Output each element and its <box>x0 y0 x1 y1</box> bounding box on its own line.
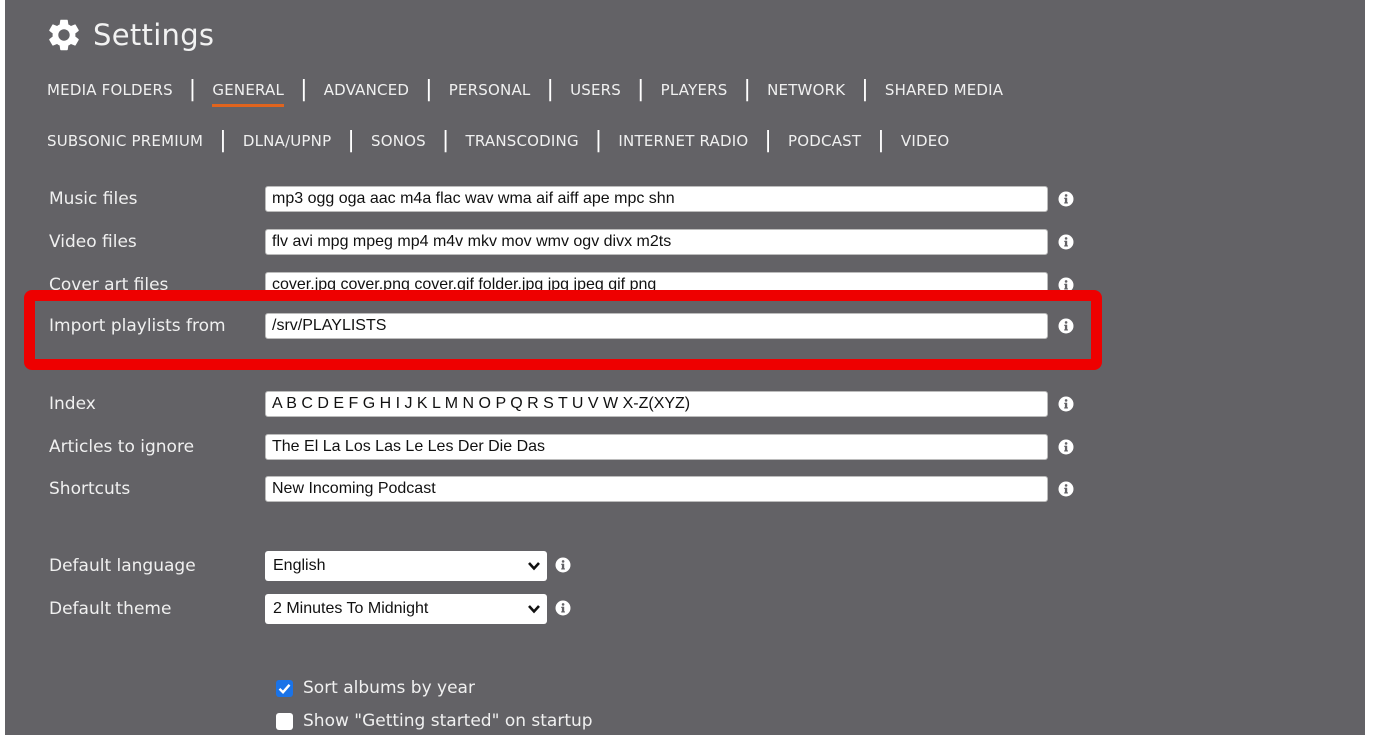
settings-panel: Settings MEDIA FOLDERS | GENERAL | ADVANCE… <box>5 0 1365 735</box>
video-files-label: Video files <box>49 232 137 252</box>
info-icon[interactable] <box>1058 318 1074 334</box>
tab-sonos[interactable]: SONOS <box>371 132 426 156</box>
video-files-row: Video files <box>49 229 1109 255</box>
info-icon[interactable] <box>555 600 571 616</box>
info-icon[interactable] <box>555 557 571 573</box>
import-playlists-row: Import playlists from <box>49 313 1109 339</box>
shortcuts-row: Shortcuts <box>49 476 1109 502</box>
tab-network[interactable]: NETWORK <box>767 81 845 105</box>
tab-personal[interactable]: PERSONAL <box>449 81 531 105</box>
default-language-label: Default language <box>49 556 196 576</box>
articles-input[interactable] <box>265 434 1048 460</box>
checkmark-icon <box>278 683 291 694</box>
page-header: Settings <box>45 16 214 54</box>
tab-transcoding[interactable]: TRANSCODING <box>466 132 579 156</box>
chevron-down-icon <box>528 605 540 614</box>
import-playlists-input[interactable] <box>265 313 1048 339</box>
music-files-label: Music files <box>49 189 138 209</box>
getting-started-checkbox[interactable] <box>276 712 293 730</box>
info-icon[interactable] <box>1058 234 1074 250</box>
gear-icon <box>49 19 79 51</box>
chevron-down-icon <box>528 562 540 571</box>
default-language-value: English <box>273 557 326 574</box>
shortcuts-label: Shortcuts <box>49 479 131 499</box>
tab-row-2: SUBSONIC PREMIUM | DLNA/UPNP | SONOS | TRAN… <box>47 128 950 156</box>
tab-internet-radio[interactable]: INTERNET RADIO <box>618 132 748 156</box>
page-title: Settings <box>93 18 215 52</box>
info-icon[interactable] <box>1058 396 1074 412</box>
info-icon[interactable] <box>1058 191 1074 207</box>
default-theme-value: 2 Minutes To Midnight <box>273 600 429 617</box>
tab-users[interactable]: USERS <box>570 81 621 105</box>
video-files-input[interactable] <box>265 229 1048 255</box>
info-icon[interactable] <box>1058 439 1074 455</box>
shortcuts-input[interactable] <box>265 476 1048 502</box>
sort-albums-checkbox[interactable] <box>276 679 293 697</box>
tab-video[interactable]: VIDEO <box>901 132 950 156</box>
tab-row-1: MEDIA FOLDERS | GENERAL | ADVANCED | PERSON… <box>47 77 1003 107</box>
tab-advanced[interactable]: ADVANCED <box>324 81 409 105</box>
import-playlists-label: Import playlists from <box>49 316 226 336</box>
info-icon[interactable] <box>1058 481 1074 497</box>
tab-podcast[interactable]: PODCAST <box>788 132 861 156</box>
tab-general[interactable]: GENERAL <box>212 81 284 107</box>
music-files-input[interactable] <box>265 186 1048 212</box>
getting-started-row: Show "Getting started" on startup <box>276 711 593 731</box>
getting-started-label: Show "Getting started" on startup <box>303 711 593 731</box>
tab-shared-media[interactable]: SHARED MEDIA <box>885 81 1003 105</box>
tab-subsonic-premium[interactable]: SUBSONIC PREMIUM <box>47 132 203 156</box>
default-theme-label: Default theme <box>49 599 172 619</box>
tab-media-folders[interactable]: MEDIA FOLDERS <box>47 81 173 105</box>
tab-dlna-upnp[interactable]: DLNA/UPNP <box>243 132 332 156</box>
articles-row: Articles to ignore <box>49 434 1109 460</box>
tab-players[interactable]: PLAYERS <box>661 81 728 105</box>
index-label: Index <box>49 394 96 414</box>
default-language-select[interactable]: English <box>265 551 547 581</box>
index-row: Index <box>49 391 1109 417</box>
index-input[interactable] <box>265 391 1048 417</box>
default-theme-select[interactable]: 2 Minutes To Midnight <box>265 594 547 624</box>
articles-label: Articles to ignore <box>49 437 195 457</box>
sort-albums-row: Sort albums by year <box>276 678 475 698</box>
sort-albums-label: Sort albums by year <box>303 678 475 698</box>
music-files-row: Music files <box>49 186 1109 212</box>
